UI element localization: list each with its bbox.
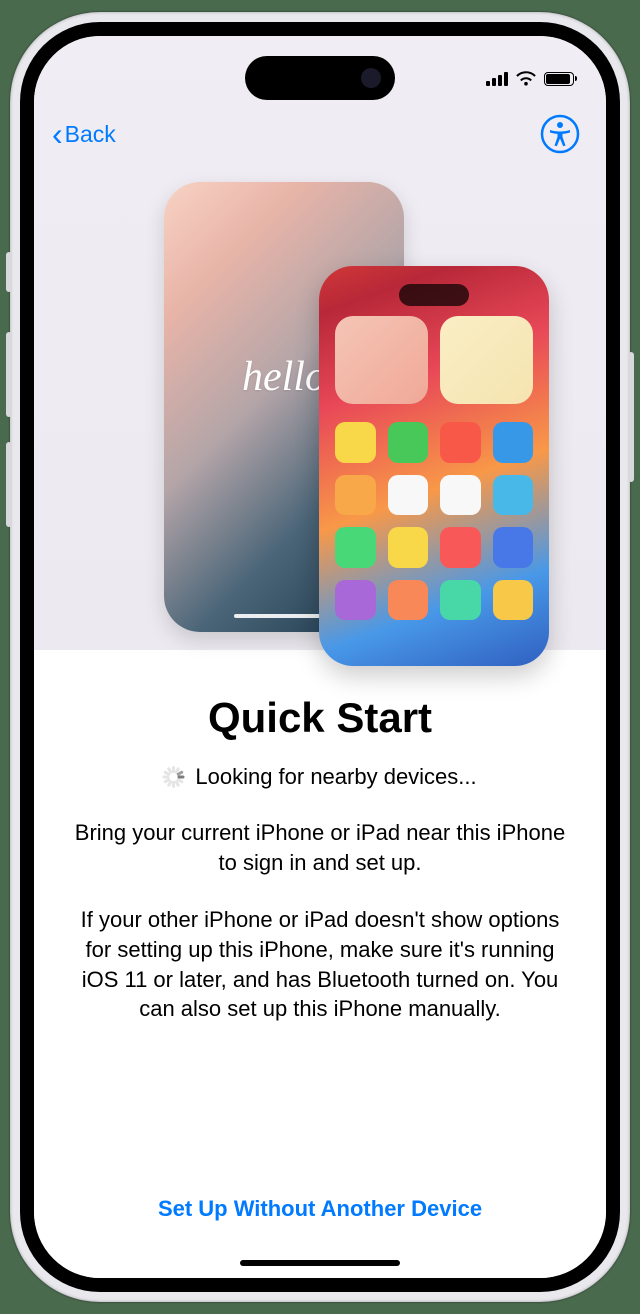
- wifi-icon: [516, 71, 536, 87]
- hero-illustration: hello: [34, 170, 606, 650]
- instruction-paragraph-2: If your other iPhone or iPad doesn't sho…: [74, 905, 566, 1024]
- content-section: Quick Start Looking for nearby devices..…: [34, 650, 606, 1278]
- app-icon: [440, 527, 481, 568]
- app-icon: [335, 475, 376, 516]
- app-icon: [388, 527, 429, 568]
- app-icon: [335, 527, 376, 568]
- accessibility-button[interactable]: [540, 114, 580, 154]
- app-icon: [440, 422, 481, 463]
- searching-status: Looking for nearby devices...: [74, 764, 566, 790]
- status-text: Looking for nearby devices...: [195, 764, 476, 790]
- chevron-left-icon: ‹: [52, 118, 63, 150]
- app-icon: [440, 475, 481, 516]
- page-title: Quick Start: [74, 694, 566, 742]
- battery-icon: [544, 72, 574, 86]
- app-icon: [388, 422, 429, 463]
- app-icon: [388, 475, 429, 516]
- app-icon: [388, 580, 429, 621]
- home-indicator[interactable]: [240, 1260, 400, 1266]
- app-icon: [493, 422, 534, 463]
- app-icon: [493, 580, 534, 621]
- instruction-paragraph-1: Bring your current iPhone or iPad near t…: [74, 818, 566, 877]
- app-icon: [493, 527, 534, 568]
- back-label: Back: [65, 121, 116, 148]
- phone-frame: ‹ Back hello: [10, 12, 630, 1302]
- current-device-illustration: [319, 266, 549, 666]
- nav-bar: ‹ Back: [34, 104, 606, 170]
- back-button[interactable]: ‹ Back: [52, 118, 116, 150]
- dynamic-island: [245, 56, 395, 100]
- app-icon: [335, 422, 376, 463]
- spinner-icon: [163, 766, 185, 788]
- app-icon: [440, 580, 481, 621]
- cellular-signal-icon: [486, 72, 508, 86]
- app-icon: [493, 475, 534, 516]
- app-icon: [335, 580, 376, 621]
